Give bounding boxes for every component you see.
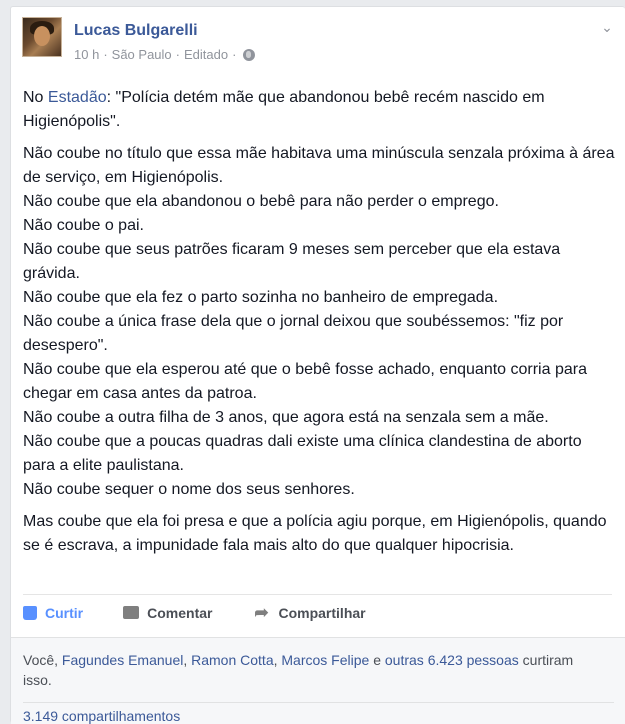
post-time[interactable]: 10 h: [74, 47, 99, 62]
liker-link[interactable]: Fagundes Emanuel: [62, 652, 183, 668]
like-button[interactable]: Curtir: [23, 605, 83, 621]
liker-link[interactable]: Marcos Felipe: [281, 652, 369, 668]
chevron-down-icon[interactable]: ⌄: [599, 19, 615, 35]
body-line: Não coube sequer o nome dos seus senhore…: [23, 481, 355, 498]
comment-label: Comentar: [147, 604, 213, 621]
avatar[interactable]: [22, 17, 62, 57]
body-line: Não coube o pai.: [23, 217, 144, 234]
post-meta: 10 h · São Paulo · Editado ·: [74, 47, 256, 62]
body-line: Não coube que ela esperou até que o bebê…: [23, 361, 587, 402]
globe-icon[interactable]: [243, 48, 256, 61]
intro-prefix: No: [23, 89, 48, 106]
closing-paragraph: Mas coube que ela foi presa e que a polí…: [23, 513, 607, 554]
author-name[interactable]: Lucas Bulgarelli: [74, 22, 198, 40]
likes-summary: Você, Fagundes Emanuel, Ramon Cotta, Mar…: [23, 652, 574, 688]
likes-you: Você,: [23, 652, 59, 668]
share-button[interactable]: ➦ Compartilhar: [252, 602, 366, 622]
post-header: Lucas Bulgarelli 10 h · São Paulo · Edit…: [22, 17, 617, 77]
post-location[interactable]: São Paulo: [112, 47, 172, 62]
comment-icon: [123, 606, 140, 619]
share-label: Compartilhar: [278, 604, 366, 621]
liker-link[interactable]: Ramon Cotta: [191, 652, 273, 668]
body-line: Não coube a única frase dela que o jorna…: [23, 313, 564, 354]
body-line: Não coube que a poucas quadras dali exis…: [23, 433, 582, 474]
divider: [23, 702, 614, 703]
post-card: Lucas Bulgarelli 10 h · São Paulo · Edit…: [10, 6, 625, 724]
comment-button[interactable]: Comentar: [123, 605, 212, 621]
body-line: Não coube no título que essa mãe habitav…: [23, 145, 615, 186]
post-body: No Estadão: "Polícia detém mãe que aband…: [23, 86, 618, 566]
body-line: Não coube que seus patrões ficaram 9 mes…: [23, 241, 561, 282]
share-icon: ➦: [254, 602, 269, 622]
other-likers-link[interactable]: outras 6.423 pessoas: [385, 652, 519, 668]
likes-section: Você, Fagundes Emanuel, Ramon Cotta, Mar…: [11, 637, 625, 724]
like-icon: [23, 605, 37, 620]
edited-label[interactable]: Editado: [184, 47, 228, 62]
body-line: Não coube a outra filha de 3 anos, que a…: [23, 409, 549, 426]
body-line: Não coube que ela abandonou o bebê para …: [23, 193, 499, 210]
shares-count[interactable]: 3.149 compartilhamentos: [23, 708, 180, 724]
like-label: Curtir: [45, 604, 84, 621]
intro-paragraph: No Estadão: "Polícia detém mãe que aband…: [23, 86, 618, 134]
body-line: Não coube que ela fez o parto sozinha no…: [23, 289, 499, 306]
action-bar: Curtir Comentar ➦ Compartilhar: [23, 594, 612, 630]
likes-and: e: [369, 652, 385, 668]
estadao-link[interactable]: Estadão: [48, 89, 107, 106]
